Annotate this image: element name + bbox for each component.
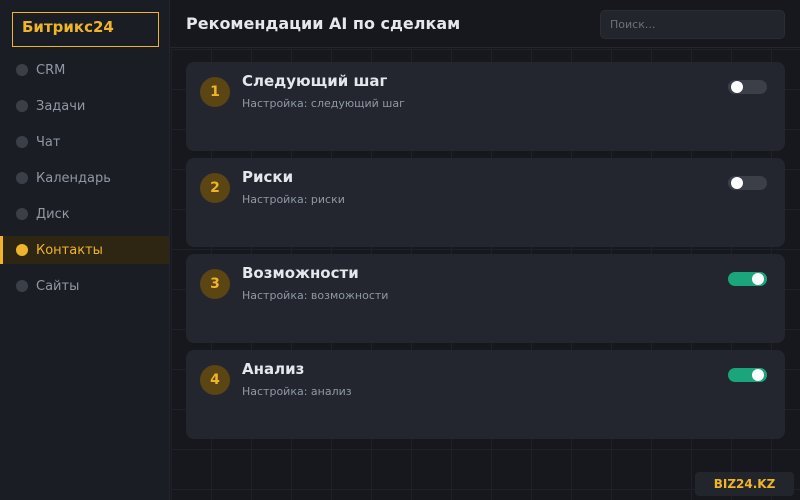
toggle-switch[interactable] [728, 176, 767, 190]
sidebar-item-tasks[interactable]: Задачи [0, 92, 169, 120]
nav-dot-icon [16, 136, 28, 148]
recommendation-card-next-step: 1 Следующий шаг Настройка: следующий шаг [186, 62, 785, 151]
sidebar-item-label: Чат [36, 134, 61, 150]
toggle-switch[interactable] [728, 80, 767, 94]
search-input[interactable] [600, 10, 785, 39]
card-subtitle: Настройка: анализ [242, 385, 352, 398]
nav-dot-icon [16, 100, 28, 112]
toggle-switch[interactable] [728, 272, 767, 286]
sidebar-item-crm[interactable]: CRM [0, 56, 169, 84]
card-number-badge: 2 [200, 173, 230, 203]
sidebar-item-label: Контакты [36, 242, 103, 258]
app: Битрикс24 CRM Задачи Чат Календарь Диск [0, 0, 800, 500]
logo[interactable]: Битрикс24 [12, 12, 159, 47]
card-subtitle: Настройка: следующий шаг [242, 97, 405, 110]
toggle-switch[interactable] [728, 368, 767, 382]
sidebar-nav: CRM Задачи Чат Календарь Диск Контакты С… [0, 56, 169, 308]
nav-dot-icon [16, 172, 28, 184]
sidebar-item-label: Диск [36, 206, 70, 222]
sidebar-item-label: Сайты [36, 278, 80, 294]
nav-dot-icon [16, 64, 28, 76]
card-number-badge: 3 [200, 269, 230, 299]
sidebar-item-calendar[interactable]: Календарь [0, 164, 169, 192]
card-subtitle: Настройка: возможности [242, 289, 389, 302]
nav-dot-icon [16, 280, 28, 292]
toggle-knob [731, 81, 743, 93]
sidebar-item-chat[interactable]: Чат [0, 128, 169, 156]
sidebar-item-label: CRM [36, 62, 66, 78]
sidebar-item-label: Календарь [36, 170, 111, 186]
card-subtitle: Настройка: риски [242, 193, 345, 206]
page-title: Рекомендации AI по сделкам [186, 14, 461, 33]
card-title: Риски [242, 168, 294, 186]
recommendation-card-risks: 2 Риски Настройка: риски [186, 158, 785, 247]
nav-dot-icon [16, 244, 28, 256]
nav-dot-icon [16, 208, 28, 220]
card-number-badge: 4 [200, 365, 230, 395]
card-title: Возможности [242, 264, 359, 282]
sidebar: Битрикс24 CRM Задачи Чат Календарь Диск [0, 0, 170, 500]
recommendation-card-analysis: 4 Анализ Настройка: анализ [186, 350, 785, 439]
header: Рекомендации AI по сделкам [170, 0, 800, 48]
sidebar-item-disk[interactable]: Диск [0, 200, 169, 228]
recommendation-card-opportunities: 3 Возможности Настройка: возможности [186, 254, 785, 343]
sidebar-item-sites[interactable]: Сайты [0, 272, 169, 300]
sidebar-item-label: Задачи [36, 98, 86, 114]
brand-watermark: BIZ24.KZ [695, 472, 794, 496]
card-title: Анализ [242, 360, 305, 378]
card-number-badge: 1 [200, 77, 230, 107]
card-title: Следующий шаг [242, 72, 388, 90]
toggle-knob [752, 369, 764, 381]
sidebar-item-contacts[interactable]: Контакты [0, 236, 169, 264]
toggle-knob [731, 177, 743, 189]
toggle-knob [752, 273, 764, 285]
main-content: 1 Следующий шаг Настройка: следующий шаг… [171, 49, 800, 500]
